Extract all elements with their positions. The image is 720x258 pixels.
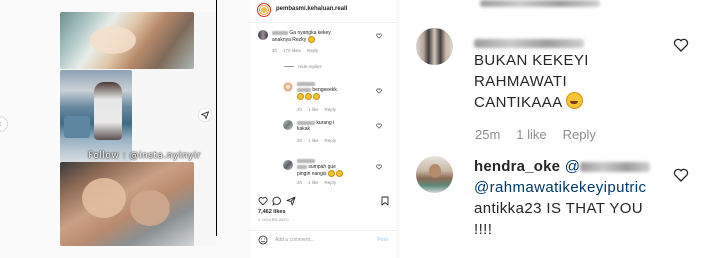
- blurred-text: [480, 0, 600, 7]
- reply-text: bengeeekk: [297, 81, 337, 100]
- emoji-picker-icon[interactable]: [258, 235, 268, 245]
- post-image-collage: Follow : @insta.nyinyir: [60, 12, 216, 246]
- blurred-mention: [580, 162, 651, 172]
- like-heart-icon[interactable]: [673, 167, 689, 183]
- post-header: pembasmi.kehaluan.reall: [250, 0, 396, 23]
- emoji-icon: [313, 93, 320, 100]
- hospital-bed-photo: [60, 12, 194, 69]
- emoji-icon: [297, 93, 304, 100]
- emoji-icon: [335, 170, 343, 177]
- reply-item: sumpah gue pingin nangis 2h 1 like Reply: [250, 156, 396, 190]
- selfie-photo: [60, 162, 194, 246]
- likes-count[interactable]: 7,462 likes: [258, 209, 286, 215]
- comment-bubble-icon[interactable]: [272, 196, 282, 206]
- replier-avatar[interactable]: [283, 160, 293, 170]
- zoomed-comments-panel: BUKAN KEKEYI RAHMAWATI CANTIKAAA 25m 1 li…: [400, 0, 720, 258]
- bookmark-icon[interactable]: [380, 196, 390, 206]
- comment-text: Ga nyangka kekey anaknya Rezky: [272, 30, 331, 43]
- add-comment-bar: Add a comment... Post: [250, 230, 396, 247]
- blurred-username: [297, 120, 315, 125]
- reply-meta: 2h 1 like Reply: [297, 138, 337, 143]
- like-heart-icon[interactable]: [376, 88, 382, 94]
- commenter-avatar[interactable]: [416, 28, 453, 65]
- reply-meta: 2h 1 like Reply: [297, 107, 337, 112]
- account-name[interactable]: pembasmi.kehaluan.reall: [276, 6, 347, 12]
- commenter-avatar[interactable]: [258, 30, 268, 40]
- emoji-icon: [305, 93, 312, 100]
- emoji-icon: [307, 36, 315, 43]
- previous-arrow-icon[interactable]: ‹: [0, 116, 8, 132]
- comment-text: BUKAN KEKEYI RAHMAWATI CANTIKAAA: [474, 52, 589, 111]
- like-heart-icon[interactable]: [376, 164, 382, 170]
- comment-meta: 2h 170 likes Reply: [272, 48, 319, 53]
- like-heart-icon[interactable]: [673, 37, 689, 53]
- blurred-mention: [297, 87, 311, 92]
- blurred-mention: [297, 164, 307, 169]
- replier-avatar[interactable]: [283, 120, 293, 130]
- reply-text: sumpah gue pingin nangis: [297, 158, 344, 177]
- like-heart-icon[interactable]: [258, 196, 268, 206]
- laughing-emoji-icon: [565, 92, 583, 109]
- reply-item: kurang i kakak 2h 1 like Reply: [250, 118, 396, 148]
- reply-item: bengeeekk 2h 1 like Reply: [250, 80, 396, 114]
- instagram-post-panel: pembasmi.kehaluan.reall Ga nyangka kekey…: [250, 0, 396, 258]
- comment-username[interactable]: hendra_oke: [474, 158, 560, 175]
- blurred-username: [297, 158, 315, 163]
- reply-meta: 2h 1 like Reply: [297, 180, 337, 185]
- comment-text: hendra_oke @ @rahmawatikekeyiputric anti…: [474, 156, 651, 240]
- post-timestamp: 2 HOURS AGO: [258, 217, 289, 222]
- post-comment-button[interactable]: Post: [377, 237, 388, 243]
- account-avatar[interactable]: [257, 3, 271, 17]
- emoji-icon: [327, 170, 335, 177]
- post-action-bar: [258, 196, 390, 206]
- blurred-username: [297, 81, 315, 86]
- share-icon[interactable]: [286, 196, 296, 206]
- hide-replies-toggle[interactable]: Hide replies: [284, 64, 328, 69]
- hospital-visit-photo: [60, 70, 132, 162]
- like-heart-icon[interactable]: [376, 33, 382, 39]
- share-icon[interactable]: [198, 108, 212, 122]
- reply-text: kurang i kakak: [297, 120, 335, 132]
- blurred-username: [474, 39, 584, 48]
- commenter-avatar[interactable]: [416, 156, 453, 193]
- follow-watermark: Follow : @insta.nyinyir: [88, 151, 202, 161]
- replier-avatar[interactable]: [283, 82, 293, 92]
- divider-line: [216, 0, 217, 236]
- like-heart-icon[interactable]: [376, 123, 382, 129]
- blurred-username: [272, 30, 288, 35]
- comment-item: Ga nyangka kekey anaknya Rezky 2h 170 lik…: [250, 28, 396, 58]
- comment-meta: 25m 1 like Reply: [475, 127, 596, 142]
- comment-input[interactable]: Add a comment...: [275, 237, 314, 243]
